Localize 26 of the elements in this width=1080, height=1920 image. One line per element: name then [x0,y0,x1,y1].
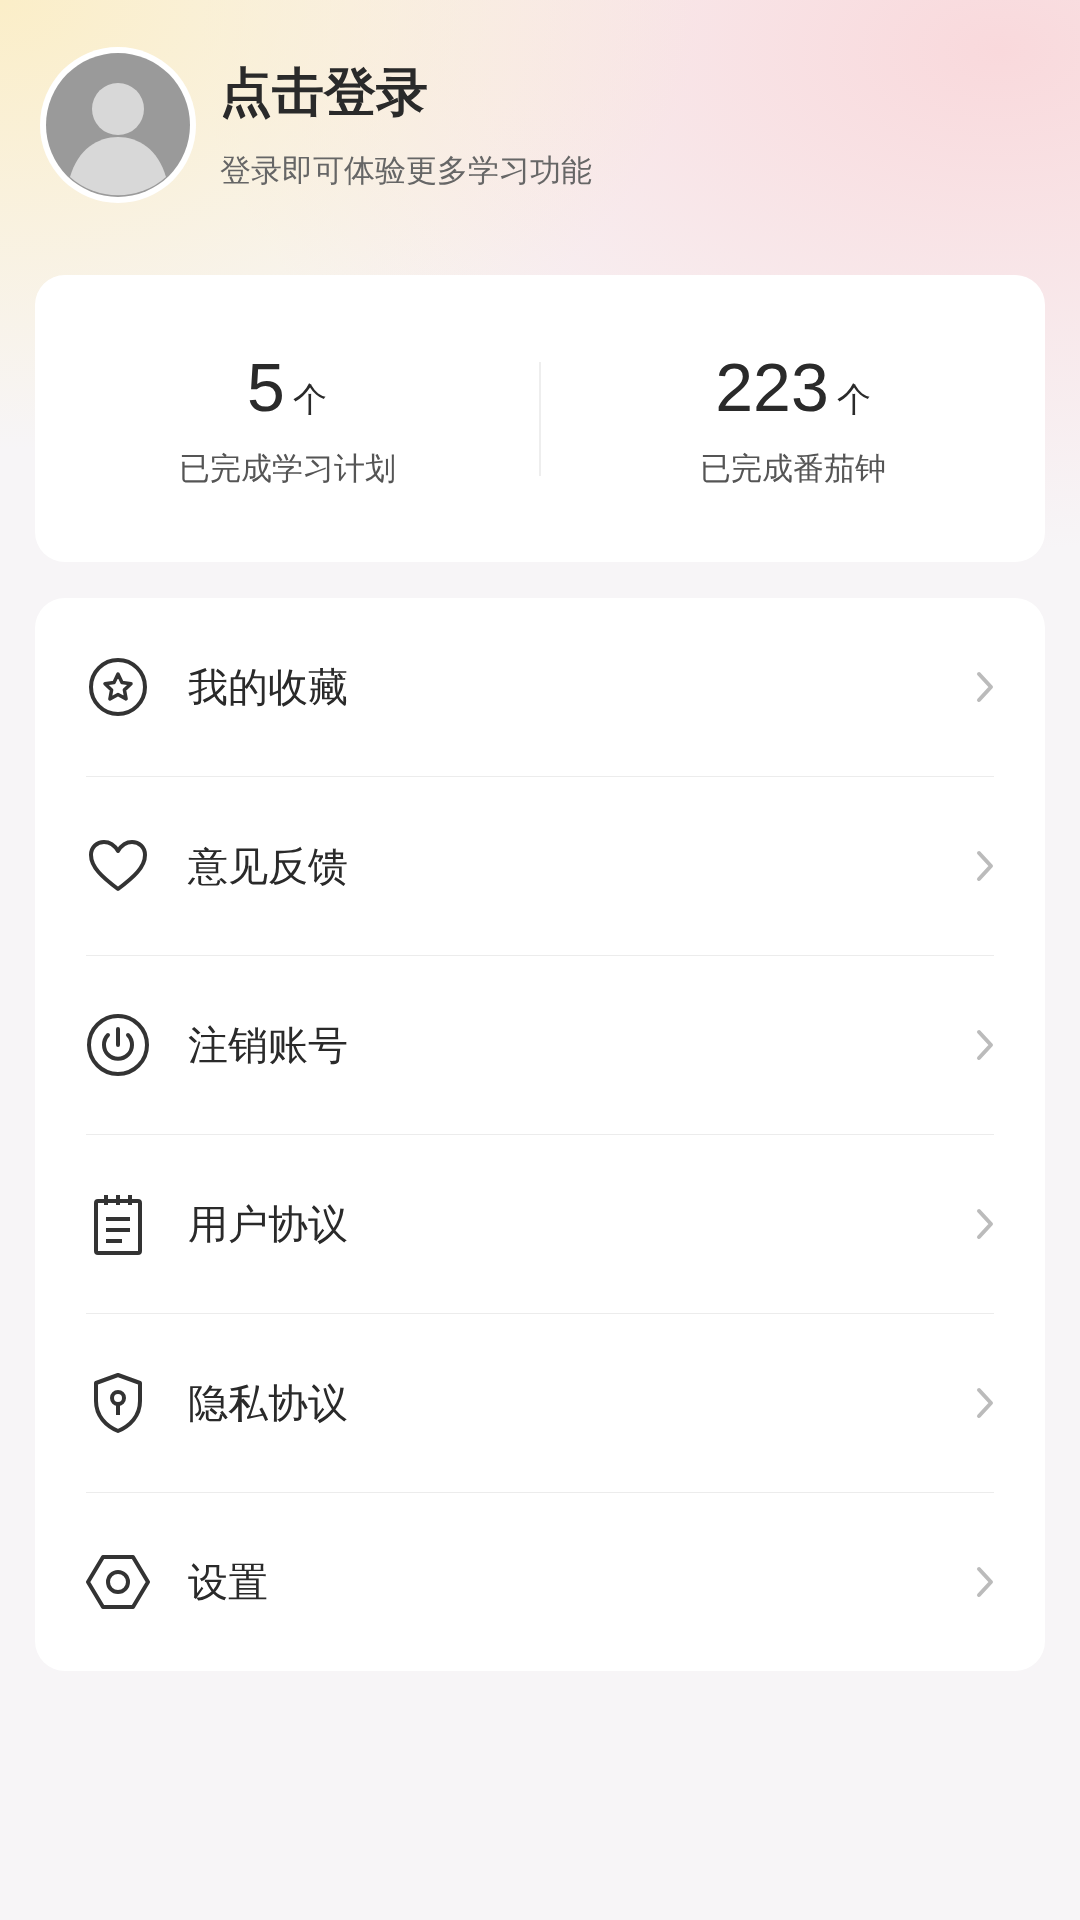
heart-icon [88,839,148,893]
shield-icon [92,1373,144,1433]
chevron-icon [976,671,994,703]
stat-unit: 个 [836,377,871,421]
menu-item[interactable]: 我的收藏 [86,598,994,777]
document-icon [94,1193,142,1255]
stat-value: 5 [247,347,285,426]
login-subtitle: 登录即可体验更多学习功能 [220,151,592,190]
stat-label: 已完成番茄钟 [700,448,886,488]
stat-value: 223 [715,347,829,426]
menu-item[interactable]: 设置 [86,1493,994,1671]
chevron-icon [976,1029,994,1061]
chevron-icon [976,1387,994,1419]
menu-item[interactable]: 注销账号 [86,956,994,1135]
chevron-icon [976,1208,994,1240]
menu-item[interactable]: 隐私协议 [86,1314,994,1493]
power-icon [86,1013,150,1077]
menu-item[interactable]: 意见反馈 [86,777,994,956]
stat-label: 已完成学习计划 [178,448,396,488]
avatar[interactable] [38,45,198,205]
menu-item[interactable]: 用户协议 [86,1135,994,1314]
login-title[interactable]: 点击登录 [220,58,592,128]
chevron-icon [976,1566,994,1598]
settings-icon [86,1554,150,1610]
stat-unit: 个 [292,377,327,421]
chevron-icon [976,850,994,882]
